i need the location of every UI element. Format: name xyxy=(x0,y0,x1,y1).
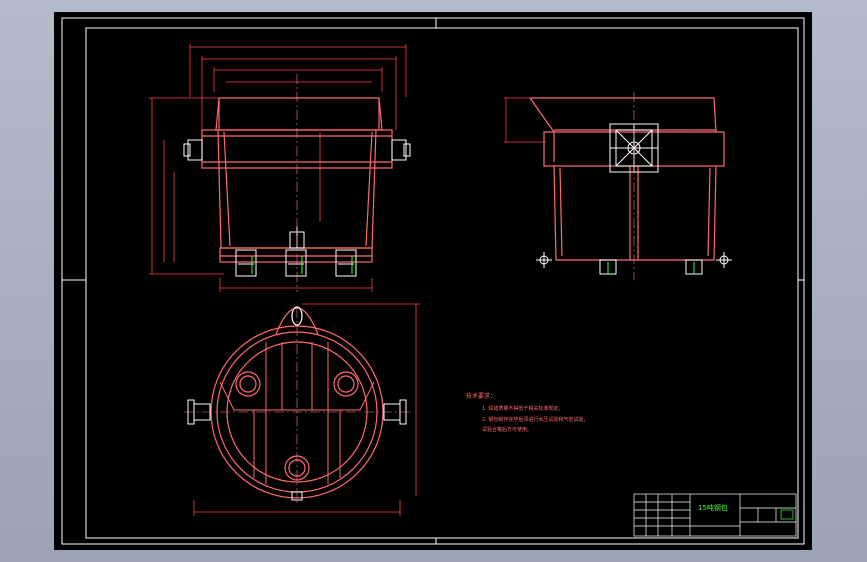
side-body-outline xyxy=(529,97,725,261)
drawing-canvas: 技术要求： 1. 焊缝质量不得低于相关标准规定。 2. 钢包制作完毕后须进行水压… xyxy=(61,17,805,545)
side-feet xyxy=(599,259,703,275)
front-feet xyxy=(235,249,357,277)
front-view xyxy=(149,44,411,292)
side-view xyxy=(504,92,732,280)
outer-frame xyxy=(61,17,805,545)
requirement-2: 2. 钢包制作完毕后须进行水压试验和气密试验， xyxy=(482,416,588,423)
title-block xyxy=(633,493,797,537)
front-bottom-dimension xyxy=(219,278,373,292)
side-dimensions xyxy=(504,97,714,143)
side-feet-accent xyxy=(607,262,695,274)
front-top-dimensions xyxy=(189,44,407,130)
inner-frame xyxy=(85,27,799,539)
technical-requirements: 技术要求： 1. 焊缝质量不得低于相关标准规定。 2. 钢包制作完毕后须进行水压… xyxy=(466,392,588,433)
plan-view xyxy=(184,303,420,516)
center-marks xyxy=(62,18,804,544)
drawing-name: 15吨钢包 xyxy=(698,503,728,512)
requirement-3: 试验合格后方可使用。 xyxy=(482,426,532,433)
front-feet-accent xyxy=(251,256,353,274)
cad-viewport[interactable]: 技术要求： 1. 焊缝质量不得低于相关标准规定。 2. 钢包制作完毕后须进行水压… xyxy=(0,0,867,562)
requirement-1: 1. 焊缝质量不得低于相关标准规定。 xyxy=(482,405,563,412)
drawing-sheet[interactable]: 技术要求： 1. 焊缝质量不得低于相关标准规定。 2. 钢包制作完毕后须进行水压… xyxy=(54,12,812,550)
requirements-heading: 技术要求： xyxy=(466,392,496,400)
